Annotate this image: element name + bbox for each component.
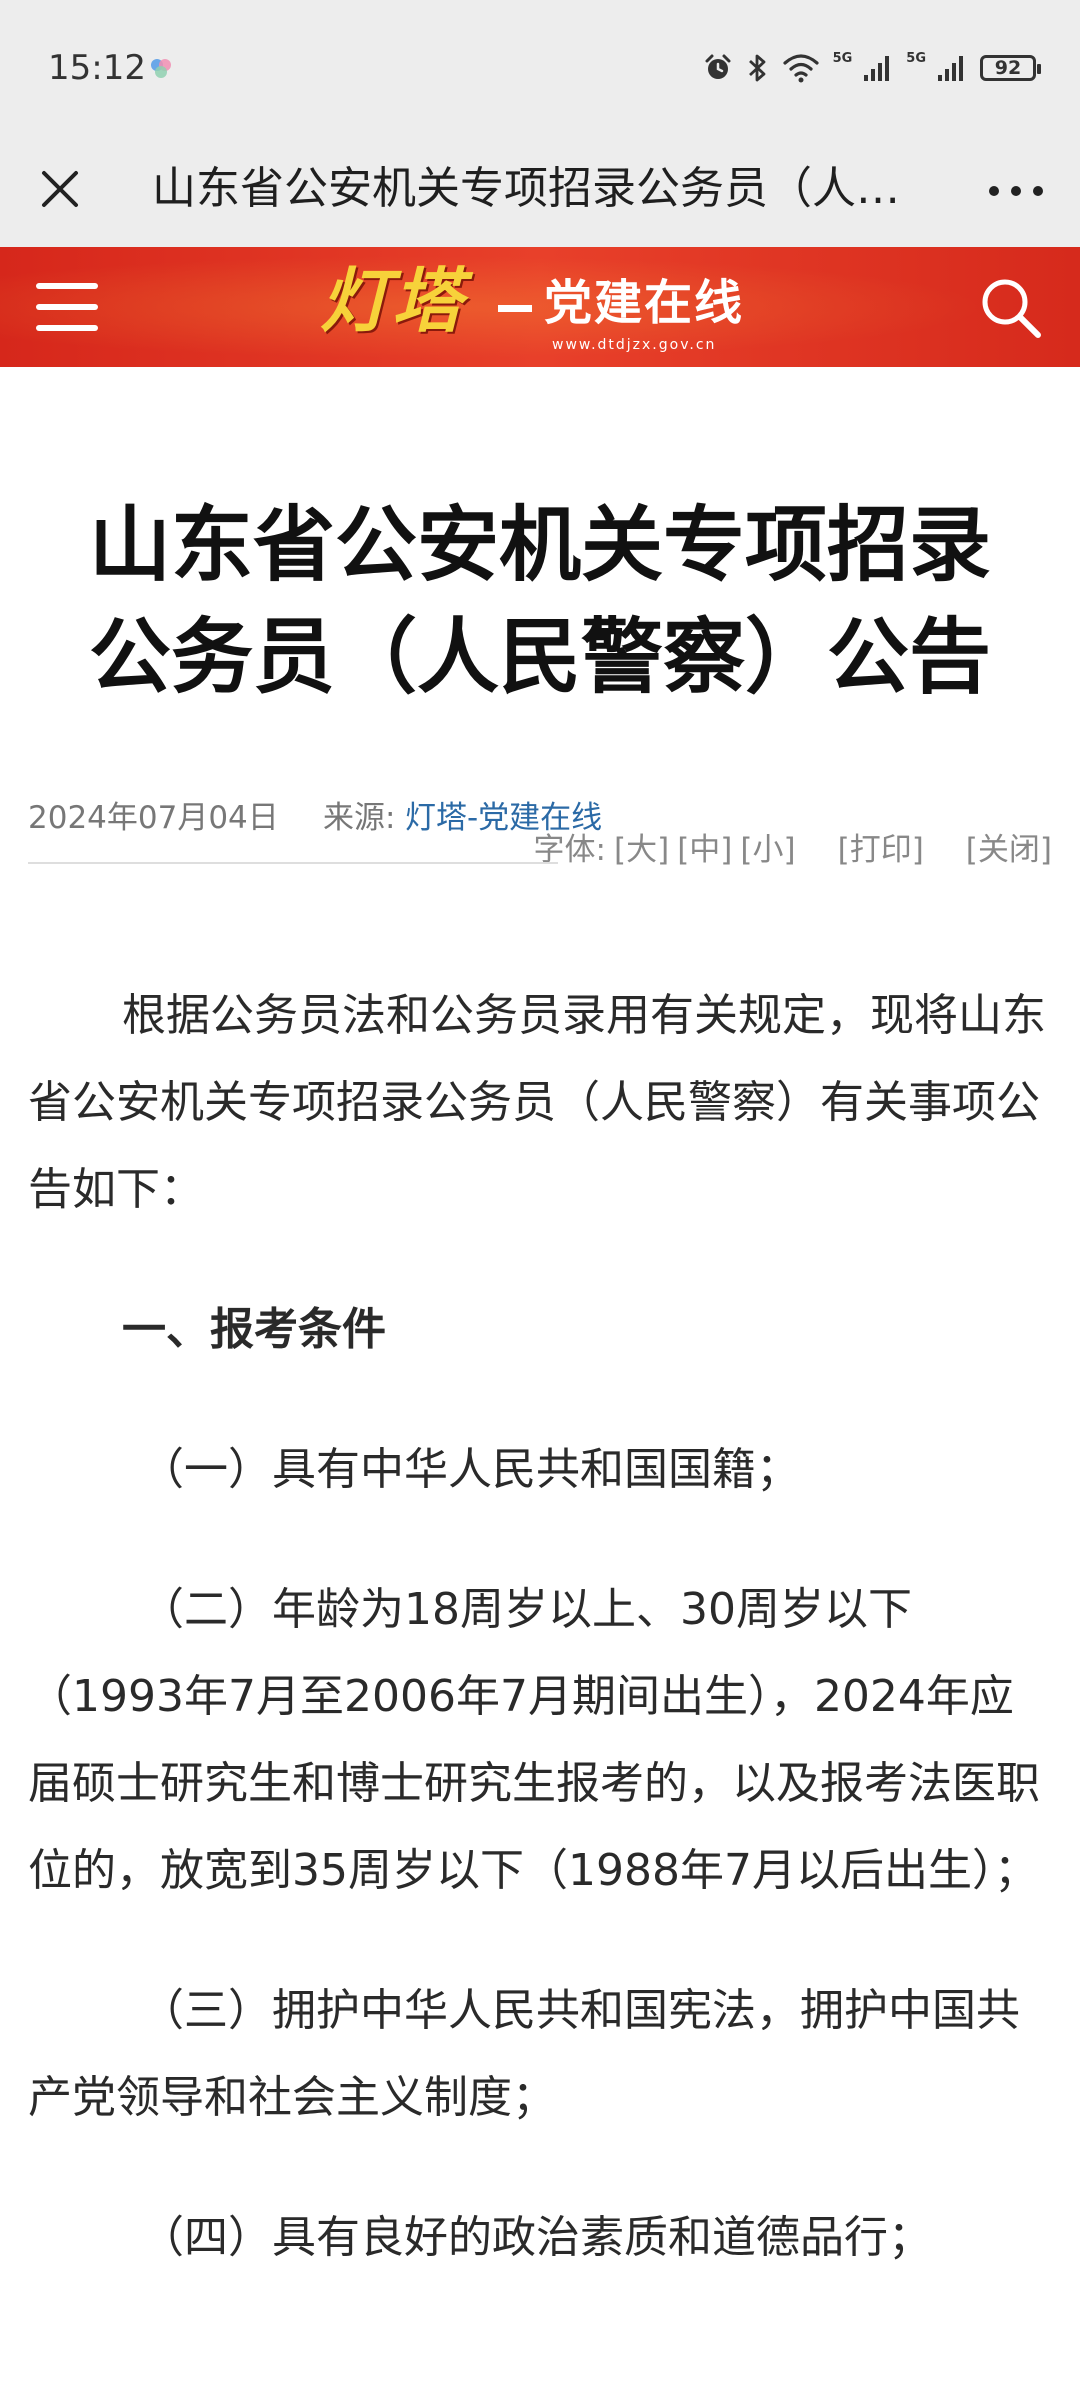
network-type-2: 5G xyxy=(906,50,926,66)
paragraph-intro: 根据公务员法和公务员录用有关规定，现将山东省公安机关专项招录公务员（人民警察）有… xyxy=(28,990,1046,1215)
font-size-label: 字体: xyxy=(533,832,606,868)
site-logo[interactable]: 灯塔 党建在线 www.dtdjzx.gov.cn xyxy=(320,261,760,357)
font-small-button[interactable]: [小] xyxy=(740,830,795,870)
alarm-icon xyxy=(705,54,731,79)
article-title: 山东省公安机关专项招录 公务员（人民警察）公告 xyxy=(30,490,1050,714)
status-time: 15:12 xyxy=(48,48,146,88)
print-button[interactable]: [打印] xyxy=(838,830,924,870)
close-icon[interactable] xyxy=(30,159,90,219)
more-icon[interactable] xyxy=(980,163,1052,219)
article-tools: 字体: [大] [中] [小] [打印] [关闭] xyxy=(534,830,1052,870)
close-article-button[interactable]: [关闭] xyxy=(966,830,1052,870)
network-type-1: 5G xyxy=(832,50,853,66)
condition-item: （一）具有中华人民共和国国籍； xyxy=(140,1444,800,1495)
app-icon xyxy=(151,59,171,78)
logo-dash xyxy=(498,305,532,312)
publish-date: 2024年07月04日 xyxy=(28,800,279,836)
article-title-line-1: 山东省公安机关专项招录 xyxy=(88,498,991,593)
tools-spacer xyxy=(932,830,958,870)
battery-level: 92 xyxy=(994,56,1022,79)
section-heading: 一、报考条件 xyxy=(122,1304,386,1355)
article-body: 根据公务员法和公务员录用有关规定，现将山东省公安机关专项招录公务员（人民警察）有… xyxy=(28,972,1052,2334)
tools-spacer xyxy=(804,830,830,870)
font-large-button[interactable]: [大] xyxy=(614,830,669,870)
menu-icon[interactable] xyxy=(34,277,100,337)
status-bar: 15:12 5G 5G 92 xyxy=(0,0,1080,135)
font-medium-button[interactable]: [中] xyxy=(677,830,732,870)
logo-sub: 党建在线 xyxy=(544,275,745,331)
battery-icon: 92 xyxy=(980,55,1041,81)
article-title-line-2: 公务员（人民警察）公告 xyxy=(88,610,991,705)
logo-main: 灯塔 xyxy=(320,259,464,342)
page-title: 山东省公安机关专项招录公务员（人民警察）公告 xyxy=(152,163,912,214)
status-icons: 5G 5G 92 xyxy=(703,48,1041,88)
condition-item: （二）年龄为18周岁以上、30周岁以下（1993年7月至2006年7月期间出生）… xyxy=(28,1584,1040,1896)
condition-item: （三）拥护中华人民共和国宪法，拥护中国共产党领导和社会主义制度； xyxy=(28,1985,1020,2123)
signal-icon xyxy=(864,56,890,81)
search-icon[interactable] xyxy=(976,273,1046,343)
condition-item: （四）具有良好的政治素质和道德品行； xyxy=(140,2212,932,2263)
signal-icon xyxy=(938,56,963,81)
source-label: 来源: xyxy=(323,800,396,836)
wifi-icon xyxy=(782,54,819,83)
meta-divider xyxy=(28,862,558,864)
bluetooth-icon xyxy=(748,54,765,82)
site-header: 灯塔 党建在线 www.dtdjzx.gov.cn xyxy=(0,247,1080,367)
logo-url: www.dtdjzx.gov.cn xyxy=(552,337,717,353)
browser-title-bar: 山东省公安机关专项招录公务员（人民警察）公告 xyxy=(0,135,1080,247)
